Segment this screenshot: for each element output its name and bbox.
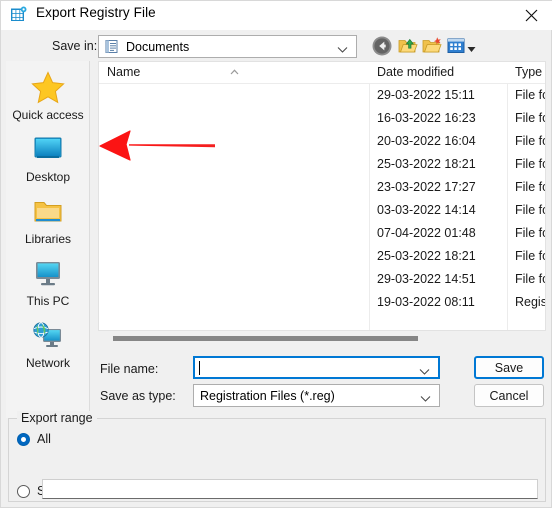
new-folder-button[interactable] xyxy=(421,35,443,57)
cell-date-modified: 16-03-2022 16:23 xyxy=(377,111,476,125)
sidebar-item-network[interactable]: Network xyxy=(6,317,90,370)
cell-type: File fo xyxy=(515,272,546,286)
sidebar-label-quick-access: Quick access xyxy=(12,108,84,122)
radio-label-all: All xyxy=(37,432,51,446)
cell-type: File fo xyxy=(515,157,546,171)
chevron-down-icon[interactable] xyxy=(420,392,431,406)
title-bar: Export Registry File xyxy=(1,1,552,30)
cell-date-modified: 03-03-2022 14:14 xyxy=(377,203,476,217)
cell-date-modified: 23-03-2022 17:27 xyxy=(377,180,476,194)
cell-date-modified: 29-03-2022 15:11 xyxy=(377,88,475,102)
save-as-type-label: Save as type: xyxy=(100,389,176,403)
cancel-button[interactable]: Cancel xyxy=(474,384,544,407)
back-arrow-icon xyxy=(372,36,392,56)
views-dropdown-arrow-icon[interactable] xyxy=(467,42,476,56)
text-caret xyxy=(199,361,200,375)
registry-editor-icon xyxy=(10,6,28,24)
file-name-label: File name: xyxy=(100,362,159,376)
cell-date-modified: 25-03-2022 18:21 xyxy=(377,249,476,263)
table-row[interactable]: 25-03-2022 18:21 File fo xyxy=(99,249,546,268)
table-row[interactable]: 07-04-2022 01:48 File fo xyxy=(99,226,546,245)
sidebar-label-network: Network xyxy=(25,356,70,370)
documents-folder-icon xyxy=(104,39,119,54)
table-row[interactable]: 29-03-2022 15:11 File fo xyxy=(99,88,546,107)
table-row[interactable]: 19-03-2022 08:11 Regis xyxy=(99,295,546,314)
monitor-icon xyxy=(6,255,90,293)
radio-indicator xyxy=(17,432,30,446)
chevron-down-icon xyxy=(337,43,348,57)
desktop-icon xyxy=(6,131,90,169)
cell-date-modified: 19-03-2022 08:11 xyxy=(377,295,475,309)
horizontal-scrollbar[interactable] xyxy=(98,333,546,343)
column-header-row: Name Date modified Type xyxy=(99,62,545,84)
column-header-type[interactable]: Type xyxy=(515,65,542,79)
cell-date-modified: 29-03-2022 14:51 xyxy=(377,272,476,286)
sort-ascending-icon xyxy=(230,64,239,78)
cell-date-modified: 07-04-2022 01:48 xyxy=(377,226,476,240)
up-folder-icon xyxy=(398,38,418,53)
new-folder-icon xyxy=(422,37,442,53)
table-row[interactable]: 23-03-2022 17:27 File fo xyxy=(99,180,546,199)
globe-network-icon xyxy=(6,317,90,355)
cell-type: File fo xyxy=(515,226,546,240)
cell-date-modified: 25-03-2022 18:21 xyxy=(377,157,476,171)
cell-date-modified: 20-03-2022 16:04 xyxy=(377,134,476,148)
selected-branch-input[interactable] xyxy=(42,479,538,499)
folder-icon xyxy=(6,193,90,231)
sidebar-item-desktop[interactable]: Desktop xyxy=(6,131,90,184)
sidebar-item-quick-access[interactable]: Quick access xyxy=(6,69,90,122)
sidebar-item-libraries[interactable]: Libraries xyxy=(6,193,90,246)
file-list-view[interactable]: Name Date modified Type 29-03-2022 15:11… xyxy=(98,61,546,331)
close-icon xyxy=(525,9,537,22)
save-as-type-dropdown[interactable]: Registration Files (*.reg) xyxy=(193,384,440,407)
cell-type: File fo xyxy=(515,203,546,217)
cell-type: File fo xyxy=(515,88,546,102)
back-button[interactable] xyxy=(371,35,393,57)
radio-export-all[interactable]: All xyxy=(17,432,51,446)
up-one-level-button[interactable] xyxy=(397,35,419,57)
cell-type: File fo xyxy=(515,180,546,194)
sidebar-label-desktop: Desktop xyxy=(25,170,71,184)
table-row[interactable]: 20-03-2022 16:04 File fo xyxy=(99,134,546,153)
save-in-label: Save in: xyxy=(52,39,98,53)
save-in-dropdown[interactable]: Documents xyxy=(98,35,357,58)
export-range-legend: Export range xyxy=(17,411,97,425)
star-icon xyxy=(6,69,90,107)
sidebar-item-this-pc[interactable]: This PC xyxy=(6,255,90,308)
table-row[interactable]: 29-03-2022 14:51 File fo xyxy=(99,272,546,291)
sidebar-label-libraries: Libraries xyxy=(24,232,72,246)
views-grid-icon xyxy=(447,38,465,53)
chevron-down-icon[interactable] xyxy=(419,365,430,379)
views-button[interactable] xyxy=(445,35,467,57)
radio-indicator xyxy=(17,484,30,498)
table-row[interactable]: 25-03-2022 18:21 File fo xyxy=(99,157,546,176)
table-row[interactable]: 03-03-2022 14:14 File fo xyxy=(99,203,546,222)
export-registry-file-dialog: Export Registry File Save in: Documents xyxy=(0,0,552,508)
cell-type: File fo xyxy=(515,111,546,125)
horizontal-scrollbar-thumb[interactable] xyxy=(113,336,418,341)
table-row[interactable]: 16-03-2022 16:23 File fo xyxy=(99,111,546,130)
save-in-value: Documents xyxy=(126,39,190,54)
cell-type: File fo xyxy=(515,249,546,263)
column-header-name[interactable]: Name xyxy=(107,65,140,79)
column-header-date-modified[interactable]: Date modified xyxy=(377,65,454,79)
window-title: Export Registry File xyxy=(36,5,156,20)
file-name-input[interactable] xyxy=(193,356,440,379)
save-as-type-value: Registration Files (*.reg) xyxy=(200,388,335,403)
close-button[interactable] xyxy=(509,1,552,30)
places-bar: Quick access Desktop Libraries This PC N… xyxy=(6,61,90,418)
cell-type: Regis xyxy=(515,295,546,309)
cell-type: File fo xyxy=(515,134,546,148)
sidebar-label-this-pc: This PC xyxy=(26,294,70,308)
save-button[interactable]: Save xyxy=(474,356,544,379)
